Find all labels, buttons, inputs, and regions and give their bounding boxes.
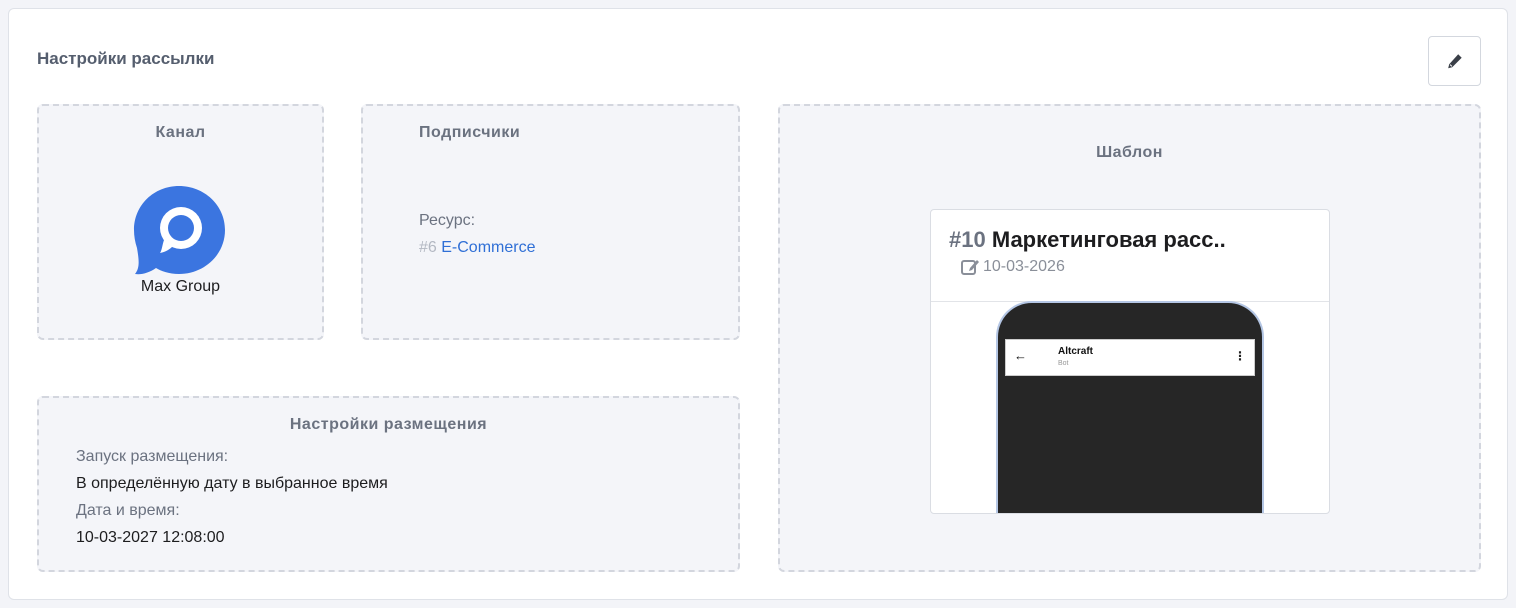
bot-subtitle: Bot [1058,360,1069,367]
placement-title: Настройки размещения [289,416,488,433]
channel-title: Канал [155,124,206,141]
template-name-text: Маркетинговая расс.. [991,227,1226,252]
template-preview-card[interactable]: #10 Маркетинговая расс.. 10-03-2026 ← Al… [930,209,1330,514]
placement-settings-card: Настройки размещения Запуск размещения: … [37,396,740,572]
edit-date-icon [961,260,979,275]
template-name: #10 Маркетинговая расс.. [949,227,1226,253]
bot-name: Altcraft [1058,346,1094,357]
channel-card: Канал Max Group [37,104,324,340]
template-title: Шаблон [1096,144,1163,161]
datetime-value: 10-03-2027 12:08:00 [76,529,225,546]
mailing-settings-panel: Настройки рассылки Канал Max Group Подпи… [8,8,1508,600]
resource-label: Ресурс: [419,212,476,229]
phone-preview: ← Altcraft Bot ⋮ [996,301,1264,513]
chat-header: ← Altcraft Bot ⋮ [1005,339,1255,376]
panel-title: Настройки рассылки [37,49,215,68]
max-messenger-logo-icon [134,186,225,275]
template-date-text: 10-03-2026 [983,258,1065,275]
template-number: #10 [949,227,986,252]
launch-label: Запуск размещения: [76,448,229,465]
resource-value: #6 E-Commerce [419,239,535,257]
subscribers-card: Подписчики Ресурс: #6 E-Commerce [361,104,740,340]
launch-value: В определённую дату в выбранное время [76,475,388,492]
kebab-menu-icon: ⋮ [1234,349,1246,363]
subscribers-title: Подписчики [419,124,521,141]
resource-id: #6 [419,239,437,256]
back-arrow-icon: ← [1014,348,1027,363]
template-date: 10-03-2026 [961,258,1065,276]
edit-button[interactable] [1428,36,1481,86]
resource-link[interactable]: E-Commerce [441,239,535,256]
pencil-icon [1447,54,1462,69]
template-card: Шаблон #10 Маркетинговая расс.. 10-03-20… [778,104,1481,572]
channel-name: Max Group [140,278,221,295]
datetime-label: Дата и время: [76,502,180,519]
